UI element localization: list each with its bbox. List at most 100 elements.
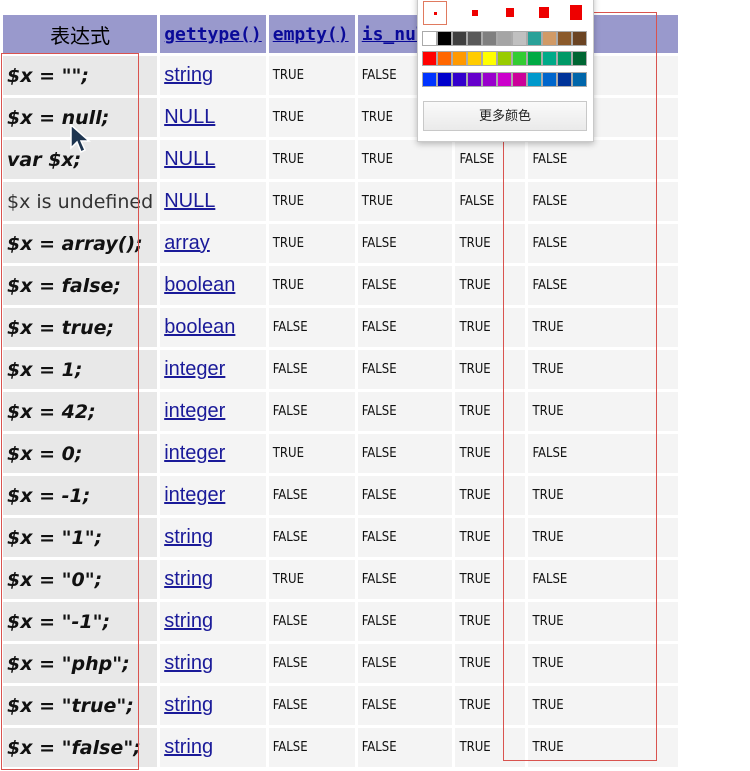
if-cell: TRUE	[528, 644, 679, 683]
is-null-cell: FALSE	[357, 434, 453, 473]
expression-cell: $x = true;	[3, 308, 158, 347]
empty-cell: TRUE	[268, 560, 355, 599]
isset-cell: TRUE	[455, 686, 526, 725]
isset-cell: TRUE	[455, 602, 526, 641]
empty-cell: FALSE	[268, 686, 355, 725]
empty-cell: FALSE	[268, 728, 355, 767]
isset-cell: TRUE	[455, 308, 526, 347]
size-option-3[interactable]	[498, 1, 522, 25]
more-colors-button[interactable]: 更多颜色	[423, 101, 587, 131]
gettype-cell: NULL	[160, 98, 266, 137]
color-swatch[interactable]	[467, 51, 482, 66]
type-link[interactable]: integer	[164, 358, 225, 380]
type-link[interactable]: string	[164, 568, 213, 590]
color-swatch[interactable]	[542, 31, 557, 46]
table-row: $x = "true"; string FALSE FALSE TRUE TRUE	[3, 686, 679, 725]
empty-cell: TRUE	[268, 434, 355, 473]
gettype-link[interactable]: gettype()	[164, 24, 262, 45]
expression-cell: $x = "0";	[3, 560, 158, 599]
empty-cell: TRUE	[268, 182, 355, 221]
color-swatch[interactable]	[482, 31, 497, 46]
table-row: $x = "false"; string FALSE FALSE TRUE TRUE	[3, 728, 679, 767]
type-link[interactable]: array	[164, 232, 210, 254]
type-link[interactable]: string	[164, 736, 213, 758]
type-link[interactable]: NULL	[164, 106, 215, 128]
type-link[interactable]: integer	[164, 442, 225, 464]
isset-cell: TRUE	[455, 224, 526, 263]
size-option-1[interactable]	[423, 1, 447, 25]
color-swatch[interactable]	[482, 51, 497, 66]
if-cell: FALSE	[528, 266, 679, 305]
type-link[interactable]: integer	[164, 484, 225, 506]
color-swatch[interactable]	[512, 51, 527, 66]
color-swatch[interactable]	[422, 51, 437, 66]
color-swatch[interactable]	[437, 72, 452, 87]
color-picker-popup: 更多颜色	[417, 0, 594, 142]
if-cell: TRUE	[528, 728, 679, 767]
if-cell: TRUE	[528, 350, 679, 389]
gettype-cell: integer	[160, 434, 266, 473]
type-link[interactable]: NULL	[164, 148, 215, 170]
color-swatch[interactable]	[557, 31, 572, 46]
empty-cell: FALSE	[268, 644, 355, 683]
type-link[interactable]: boolean	[164, 316, 235, 338]
gettype-cell: string	[160, 560, 266, 599]
color-swatch[interactable]	[437, 51, 452, 66]
color-swatch[interactable]	[572, 31, 587, 46]
color-swatch[interactable]	[527, 31, 542, 46]
type-link[interactable]: NULL	[164, 190, 215, 212]
header-empty: empty()	[268, 15, 355, 53]
table-row: $x = "-1"; string FALSE FALSE TRUE TRUE	[3, 602, 679, 641]
color-swatch[interactable]	[437, 31, 452, 46]
type-link[interactable]: boolean	[164, 274, 235, 296]
size-option-2[interactable]	[463, 1, 487, 25]
color-swatch[interactable]	[482, 72, 497, 87]
gettype-cell: string	[160, 686, 266, 725]
type-link[interactable]: string	[164, 64, 213, 86]
type-link[interactable]: string	[164, 526, 213, 548]
color-swatch[interactable]	[497, 51, 512, 66]
color-swatch[interactable]	[512, 31, 527, 46]
color-swatch[interactable]	[527, 72, 542, 87]
color-swatch[interactable]	[452, 51, 467, 66]
type-link[interactable]: string	[164, 652, 213, 674]
color-swatch[interactable]	[512, 72, 527, 87]
is-null-cell: TRUE	[357, 182, 453, 221]
color-swatch[interactable]	[467, 72, 482, 87]
color-swatch[interactable]	[542, 51, 557, 66]
empty-cell: FALSE	[268, 602, 355, 641]
expression-cell: $x = 42;	[3, 392, 158, 431]
is-null-cell: FALSE	[357, 308, 453, 347]
color-swatch[interactable]	[557, 51, 572, 66]
color-swatch[interactable]	[542, 72, 557, 87]
type-link[interactable]: string	[164, 694, 213, 716]
size-option-4[interactable]	[532, 1, 556, 25]
table-row: var $x; NULL TRUE TRUE FALSE FALSE	[3, 140, 679, 179]
color-swatch[interactable]	[497, 31, 512, 46]
is-null-cell: FALSE	[357, 518, 453, 557]
color-swatch[interactable]	[557, 72, 572, 87]
empty-link[interactable]: empty()	[273, 24, 349, 45]
type-link[interactable]: string	[164, 610, 213, 632]
if-cell: FALSE	[528, 224, 679, 263]
expression-cell: $x = "false";	[3, 728, 158, 767]
color-swatch[interactable]	[572, 72, 587, 87]
table-row: $x = array(); array TRUE FALSE TRUE FALSE	[3, 224, 679, 263]
color-swatch[interactable]	[422, 31, 437, 46]
color-swatch[interactable]	[497, 72, 512, 87]
color-swatch[interactable]	[452, 31, 467, 46]
gettype-cell: string	[160, 56, 266, 95]
mouse-cursor-icon	[70, 124, 91, 154]
color-swatch[interactable]	[422, 72, 437, 87]
color-swatch[interactable]	[467, 31, 482, 46]
isset-cell: FALSE	[455, 182, 526, 221]
if-cell: FALSE	[528, 182, 679, 221]
type-link[interactable]: integer	[164, 400, 225, 422]
gettype-cell: boolean	[160, 308, 266, 347]
color-swatch[interactable]	[527, 51, 542, 66]
color-swatch[interactable]	[452, 72, 467, 87]
size-option-5[interactable]	[564, 1, 588, 25]
color-swatch[interactable]	[572, 51, 587, 66]
isset-cell: TRUE	[455, 266, 526, 305]
is-null-cell: FALSE	[357, 728, 453, 767]
